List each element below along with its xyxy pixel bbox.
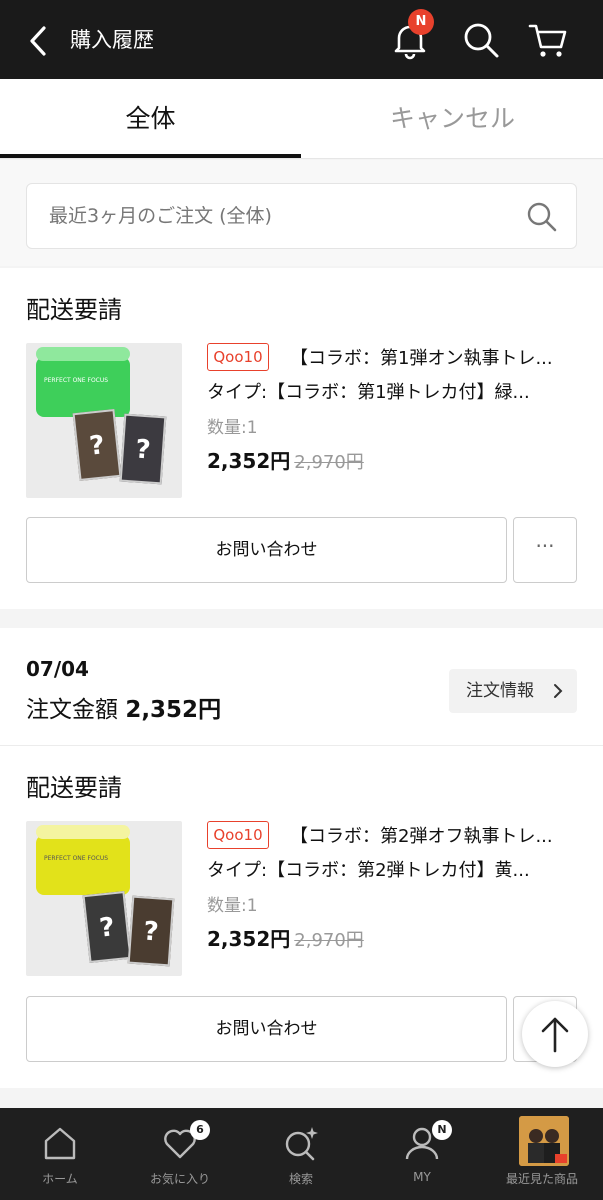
nav-recently-viewed-label: 最近見た商品 [505,1172,578,1186]
product-jar-lid [36,347,130,361]
product-quantity: 数量:1 [207,418,258,438]
shop-badge: Qoo10 [207,343,269,371]
active-tab-indicator [0,154,301,158]
my-notification-badge: N [432,1120,452,1140]
product-brand-text: PERFECT ONE FOCUS [44,377,109,384]
product-option: タイプ:【コラボ：第1弾トレカ付】緑... [207,382,530,403]
product-price: 2,352円 2,970円 [207,445,364,474]
page-title: 購入履歴 [70,28,154,52]
product-jar-lid [36,825,130,839]
order-card: 07/04 注文金額 2,352円 注文情報 配送要請 PERFECT ONE … [0,628,603,1088]
product-brand-text: PERFECT ONE FOCUS [44,855,109,862]
order-total-value: 2,352円 [125,697,222,723]
product-quantity: 数量:1 [207,896,258,916]
favorites-count-badge: 6 [190,1120,210,1140]
chevron-right-icon [554,684,563,698]
sale-price: 2,352円 [207,449,291,473]
order-search-input[interactable]: 最近3ヶ月のご注文 (全体) [26,183,577,249]
order-info-button[interactable]: 注文情報 [449,669,577,713]
trading-card-image: ? [82,890,132,964]
nav-search[interactable]: 検索 [241,1108,361,1200]
nav-favorites[interactable]: 6 お気に入り [120,1108,240,1200]
product-jar [36,357,130,417]
nav-home[interactable]: ホーム [0,1108,120,1200]
nav-recently-viewed[interactable]: 最近見た商品 [482,1108,602,1200]
nav-home-label: ホーム [42,1172,78,1186]
order-total-label: 注文金額 [26,697,118,723]
product-title[interactable]: 【コラボ：第1弾オン執事トレ... [290,344,580,370]
tab-all[interactable]: 全体 [0,79,301,159]
more-options-button[interactable]: ··· [513,517,577,583]
original-price: 2,970円 [294,930,364,951]
home-icon [44,1127,76,1160]
trading-card-image: ? [72,408,122,482]
nav-favorites-label: お気に入り [149,1172,210,1186]
sale-price: 2,352円 [207,927,291,951]
recent-product-thumbnail [519,1116,569,1166]
delivery-status: 配送要請 [26,774,122,802]
app-header: 購入履歴 N [0,0,603,79]
nav-my[interactable]: N MY [362,1108,482,1200]
product-jar [36,835,130,895]
scroll-to-top-button[interactable] [522,1001,588,1067]
cart-icon[interactable] [528,20,568,60]
nav-search-label: 検索 [288,1172,313,1186]
trading-card-image: ? [127,895,175,967]
search-icon[interactable] [526,201,558,233]
order-card: 配送要請 PERFECT ONE FOCUS ? ? Qoo10 【コラボ：第1… [0,268,603,609]
product-image[interactable]: PERFECT ONE FOCUS ? ? [26,821,182,976]
inquiry-button[interactable]: お問い合わせ [26,996,507,1062]
product-option: タイプ:【コラボ：第2弾トレカ付】黄... [207,860,530,881]
order-total: 注文金額 2,352円 [26,690,221,724]
search-icon[interactable] [461,20,501,60]
order-info-label: 注文情報 [466,681,534,701]
back-arrow-icon[interactable] [24,24,54,58]
order-search-area: 最近3ヶ月のご注文 (全体) [0,160,603,266]
tab-bar: 全体 キャンセル [0,79,603,159]
trading-card-image: ? [119,413,167,485]
bottom-navigation: ホーム 6 お気に入り 検索 N MY 最近見た商品 [0,1108,603,1200]
arrow-up-icon [541,1017,569,1053]
notification-badge: N [408,9,434,35]
nav-my-label: MY [413,1170,431,1184]
divider [0,745,603,746]
order-date: 07/04 [26,657,89,681]
product-price: 2,352円 2,970円 [207,923,364,952]
tab-cancel[interactable]: キャンセル [302,79,603,159]
shop-badge: Qoo10 [207,821,269,849]
original-price: 2,970円 [294,452,364,473]
search-sparkle-icon [285,1127,318,1161]
search-placeholder: 最近3ヶ月のご注文 (全体) [49,205,272,227]
inquiry-button[interactable]: お問い合わせ [26,517,507,583]
product-title[interactable]: 【コラボ：第2弾オフ執事トレ... [290,822,580,848]
product-image[interactable]: PERFECT ONE FOCUS ? ? [26,343,182,498]
delivery-status: 配送要請 [26,296,122,324]
